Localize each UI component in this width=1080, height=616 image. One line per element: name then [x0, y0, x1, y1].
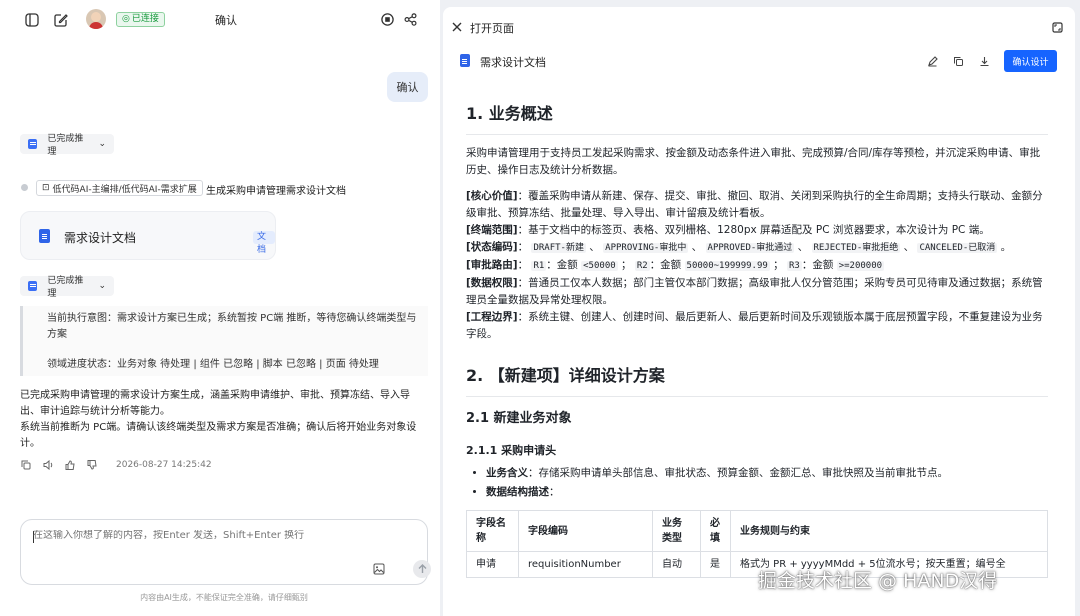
reasoning-quote: 当前执行意图：需求设计方案已生成；系统暂按 PC端 推断，等待您确认终端类型与 …: [20, 306, 428, 376]
overview-paragraph: 采购申请管理用于支持员工发起采购需求、按金额及动态条件进入审批、完成预算/合同/…: [466, 147, 1041, 176]
document-content: 1. 业务概述 采购申请管理用于支持员工发起采购需求、按金额及动态条件进入审批、…: [466, 95, 1048, 616]
download-icon[interactable]: [978, 55, 990, 67]
reasoning-icon: [28, 139, 38, 149]
message-timestamp: 2026-08-27 14:25:42: [116, 460, 212, 470]
data-permission-paragraph: [数据权限]：普通员工仅本人数据；部门主管仅本部门数据；高级审批人仅分管范围；采…: [466, 277, 1043, 306]
document-type-badge: 文档: [253, 231, 275, 255]
chat-panel: ◎ 已连接 确认 确认 已完成推理 ⌄ ⊡ 低代码AI-主编排/低代码AI-需求…: [0, 0, 440, 616]
confirm-design-button[interactable]: 确认设计: [1004, 50, 1057, 72]
check-circle-icon: ◎: [122, 14, 130, 24]
avatar[interactable]: [86, 9, 106, 29]
panel-header: 打开页面: [443, 7, 1075, 47]
new-chat-icon[interactable]: [53, 12, 68, 27]
terminal-paragraph: [终端范围]：基于文档中的标签页、表格、双列栅格、1280px 屏幕适配及 PC…: [466, 224, 990, 236]
chat-title: 确认: [215, 14, 237, 27]
step-description: 生成采购申请管理需求设计文档: [206, 186, 346, 197]
reasoning-toggle-2[interactable]: 已完成推理 ⌄: [20, 276, 114, 299]
assistant-answer: 已完成采购申请管理的需求设计方案生成，涵盖采购申请维护、审批、预算冻结、导入导 …: [20, 390, 417, 449]
list-item: 业务含义：存储采购申请单头部信息、审批状态、预算金额、金额汇总、审批快照及当前审…: [486, 464, 1048, 483]
user-message: 确认: [387, 72, 428, 102]
document-card-title: 需求设计文档: [64, 231, 137, 245]
agent-step-tag: ⊡ 低代码AI-主编排/低代码AI-需求扩展: [36, 180, 203, 196]
table-cell: 申请: [466, 551, 519, 578]
heading-detail-design: 2. 【新建项】详细设计方案: [466, 357, 1048, 397]
thumbs-down-icon[interactable]: [86, 459, 98, 471]
close-icon[interactable]: [451, 21, 463, 33]
table-cell: 自动: [652, 551, 701, 578]
core-value-paragraph: [核心价值]：覆盖采购申请从新建、保存、提交、审批、撤回、取消、关闭到采购执行的…: [466, 190, 1043, 219]
panel-title: 打开页面: [470, 22, 514, 35]
table-header-row: 字段名称 字段编码 业务类型 必填 业务规则与约束: [466, 510, 1048, 552]
edit-icon[interactable]: [926, 55, 938, 67]
watermark: 掘金技术社区 @ HAND汉得: [758, 570, 998, 592]
connection-status-badge: ◎ 已连接: [116, 12, 165, 27]
chevron-down-icon: ⌄: [98, 281, 106, 291]
chat-input-box[interactable]: [20, 519, 431, 585]
chevron-down-icon: ⌄: [98, 139, 106, 149]
status-code: APPROVED-审批通过: [705, 243, 795, 253]
table-header-cell: 字段名称: [466, 510, 519, 552]
stop-record-icon[interactable]: [380, 12, 394, 26]
send-button[interactable]: [413, 560, 431, 578]
table-cell: 是: [700, 551, 731, 578]
status-code: CANCELED-已取消: [917, 243, 998, 253]
heading-business-object: 2.1 新建业务对象: [466, 411, 572, 426]
table-header-cell: 业务类型: [652, 510, 701, 552]
document-title: 需求设计文档: [480, 56, 546, 69]
copy-icon[interactable]: [952, 55, 964, 67]
chat-input[interactable]: [33, 530, 413, 541]
status-code: REJECTED-审批拒绝: [811, 243, 901, 253]
status-code: APPROVING-审批中: [603, 243, 689, 253]
document-icon: [39, 229, 50, 243]
message-actions: 2026-08-27 14:25:42: [20, 459, 212, 471]
table-cell: requisitionNumber: [518, 551, 653, 578]
requisition-bullets: 业务含义：存储采购申请单头部信息、审批状态、预算金额、金额汇总、审批快照及当前审…: [466, 464, 1048, 502]
heading-overview: 1. 业务概述: [466, 95, 1048, 135]
step-status-dot: [21, 184, 28, 191]
reasoning-toggle[interactable]: 已完成推理 ⌄: [20, 134, 114, 157]
list-item: 数据结构描述：: [486, 483, 1048, 502]
agent-icon: ⊡: [42, 183, 50, 193]
document-toolbar: 需求设计文档 确认设计: [443, 47, 1075, 77]
document-card[interactable]: 需求设计文档 文档: [20, 211, 276, 260]
reasoning-icon: [28, 281, 38, 291]
ai-disclaimer: 内容由AI生成，不能保证完全准确，请仔细甄别: [140, 593, 308, 602]
engineering-boundary-paragraph: [工程边界]：系统主键、创建人、创建时间、最后更新人、最后更新时间及乐观锁版本属…: [466, 311, 1043, 340]
share-icon[interactable]: [403, 12, 417, 26]
document-panel: 打开页面 需求设计文档 确认设计 1. 业务概述 采购申请管理用于支持员工发起采…: [443, 7, 1075, 616]
thumbs-up-icon[interactable]: [64, 459, 76, 471]
document-icon: [460, 54, 470, 67]
image-upload-icon[interactable]: [373, 563, 385, 575]
speaker-icon[interactable]: [42, 459, 54, 471]
fullscreen-icon[interactable]: [1051, 21, 1063, 33]
chat-topbar: ◎ 已连接 确认: [0, 0, 440, 40]
table-header-cell: 业务规则与约束: [730, 510, 1048, 552]
sidebar-toggle-icon[interactable]: [24, 12, 39, 27]
table-header-cell: 字段编码: [518, 510, 653, 552]
status-code: DRAFT-新建: [531, 243, 586, 253]
approval-route-paragraph: [审批路由]： R1 ：金额 <50000 ； R2 ：金额 50000~19999…: [466, 259, 885, 271]
copy-icon[interactable]: [20, 459, 32, 471]
table-header-cell: 必填: [700, 510, 731, 552]
status-code-paragraph: [状态编码]： DRAFT-新建 、 APPROVING-审批中 、 APPRO…: [466, 241, 1012, 253]
heading-requisition-header: 2.1.1 采购申请头: [466, 444, 557, 457]
